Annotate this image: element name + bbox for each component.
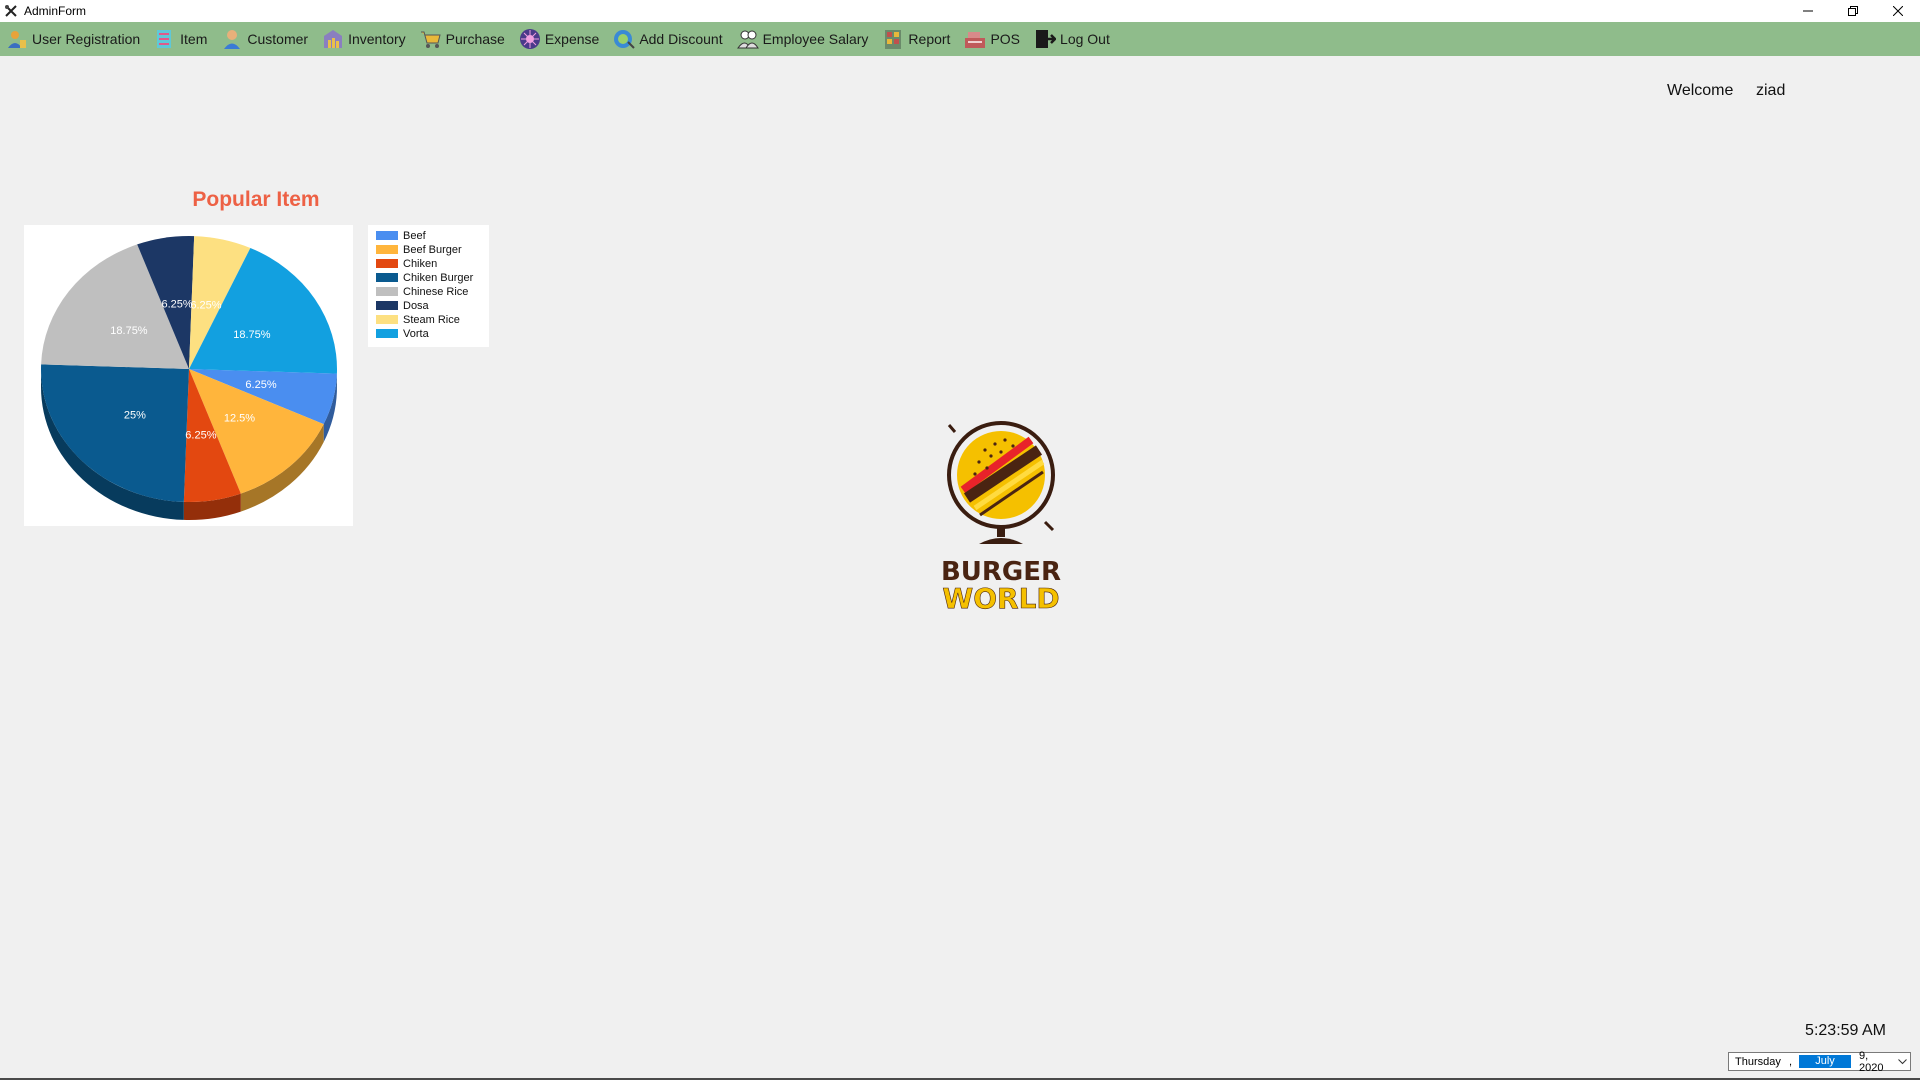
chevron-down-icon	[1897, 1058, 1907, 1064]
discount-icon	[614, 30, 636, 49]
pie-slice-label: 12.5%	[224, 413, 255, 425]
legend-swatch	[376, 329, 398, 338]
pie-slice-label: 6.25%	[190, 299, 221, 311]
expense-icon	[519, 29, 540, 49]
chart-legend: Beef Beef Burger Chiken Chiken Burger Chines…	[368, 225, 489, 347]
date-picker[interactable]: Thursday , July 9, 2020	[1728, 1050, 1911, 1074]
legend-swatch	[376, 315, 398, 324]
close-button[interactable]	[1875, 0, 1920, 22]
menu-purchase[interactable]: Purchase	[414, 22, 513, 56]
menu-pos[interactable]: POS	[958, 22, 1028, 56]
pie-slice-label: 6.25%	[162, 298, 193, 310]
pie-slice-label: 6.25%	[245, 379, 276, 391]
date-month[interactable]: July	[1799, 1055, 1851, 1068]
username-label: ziad	[1756, 82, 1786, 99]
customer-icon	[224, 30, 241, 49]
menu-label: Log Out	[1060, 31, 1110, 47]
close-icon	[1892, 6, 1903, 16]
legend-swatch	[376, 245, 398, 254]
app-icon	[5, 5, 17, 17]
pie-chart: 6.25% 12.5% 6.25% 25% 18.75% 6.25% 6.25% 18.75%	[24, 225, 353, 526]
legend-swatch	[376, 273, 398, 282]
menu-label: Employee Salary	[762, 31, 869, 47]
inventory-icon	[324, 30, 343, 48]
menu-bar: User Registration Item Customer Inventor…	[0, 22, 1920, 56]
clock-label: 5:23:59 AM	[1805, 1022, 1886, 1039]
user-registration-icon	[8, 31, 26, 48]
date-day[interactable]: Thursday	[1729, 1056, 1789, 1068]
legend-swatch	[376, 231, 398, 240]
pos-icon	[965, 32, 986, 48]
minimize-button[interactable]	[1785, 0, 1830, 22]
menu-employee-salary[interactable]: Employee Salary	[731, 22, 877, 56]
chart-title: Popular Item	[192, 188, 320, 211]
legend-item: Chinese Rice	[376, 285, 468, 298]
legend-label: Chiken Burger	[403, 271, 474, 284]
pie-slice	[41, 364, 189, 502]
title-bar: AdminForm	[0, 0, 1920, 22]
legend-item: Chiken Burger	[376, 271, 473, 284]
restore-button[interactable]	[1830, 0, 1875, 22]
menu-item[interactable]: Item	[148, 22, 215, 56]
minimize-icon	[1802, 10, 1813, 12]
logout-icon	[1036, 30, 1057, 48]
menu-label: Item	[180, 31, 208, 47]
legend-swatch	[376, 259, 398, 268]
menu-user-registration[interactable]: User Registration	[0, 22, 148, 56]
window-title: AdminForm	[24, 4, 87, 18]
legend-label: Chinese Rice	[403, 285, 469, 298]
menu-label: Purchase	[445, 31, 505, 47]
menu-label: Customer	[247, 31, 309, 47]
menu-customer[interactable]: Customer	[215, 22, 316, 56]
legend-label: Vorta	[403, 327, 429, 340]
legend-item: Beef Burger	[376, 243, 462, 256]
legend-label: Dosa	[403, 299, 429, 312]
menu-inventory[interactable]: Inventory	[316, 22, 414, 56]
restore-icon	[1847, 6, 1858, 16]
legend-item: Steam Rice	[376, 313, 460, 326]
menu-report[interactable]: Report	[876, 22, 958, 56]
legend-label: Beef Burger	[403, 243, 462, 256]
legend-label: Beef	[403, 229, 426, 242]
cart-icon	[420, 31, 441, 48]
menu-label: Inventory	[348, 31, 406, 47]
menu-label: POS	[990, 31, 1021, 47]
menu-label: User Registration	[32, 31, 141, 47]
logo-line2: WORLD	[942, 582, 1059, 615]
date-dropdown-button[interactable]	[1894, 1058, 1910, 1065]
legend-item: Dosa	[376, 299, 429, 312]
employee-salary-icon	[736, 30, 759, 49]
legend-item: Beef	[376, 229, 426, 242]
legend-label: Chiken	[403, 257, 438, 270]
menu-label: Expense	[544, 31, 600, 47]
menu-label: Report	[908, 31, 951, 47]
pie-slice-label: 18.75%	[233, 329, 271, 341]
legend-label: Steam Rice	[403, 313, 460, 326]
menu-add-discount[interactable]: Add Discount	[607, 22, 730, 56]
legend-item: Vorta	[376, 327, 429, 340]
legend-swatch	[376, 301, 398, 310]
report-icon	[885, 30, 902, 49]
welcome-label: Welcome	[1667, 82, 1734, 99]
pie-slice-label: 6.25%	[185, 430, 216, 442]
item-icon	[157, 30, 172, 48]
menu-label: Add Discount	[639, 31, 723, 47]
legend-item: Chiken	[376, 257, 437, 270]
menu-log-out[interactable]: Log Out	[1028, 22, 1118, 56]
pie-slice-label: 25%	[124, 409, 146, 421]
menu-expense[interactable]: Expense	[513, 22, 607, 56]
pie-chart-svg: 6.25%12.5%6.25%25%18.75%6.25%6.25%18.75%	[41, 236, 337, 520]
pie-slice-label: 18.75%	[110, 325, 148, 337]
burger-world-logo: BURGER WORLD	[941, 421, 1061, 615]
date-separator: ,	[1789, 1055, 1793, 1068]
date-day-year[interactable]: 9, 2020	[1851, 1050, 1894, 1074]
legend-swatch	[376, 287, 398, 296]
